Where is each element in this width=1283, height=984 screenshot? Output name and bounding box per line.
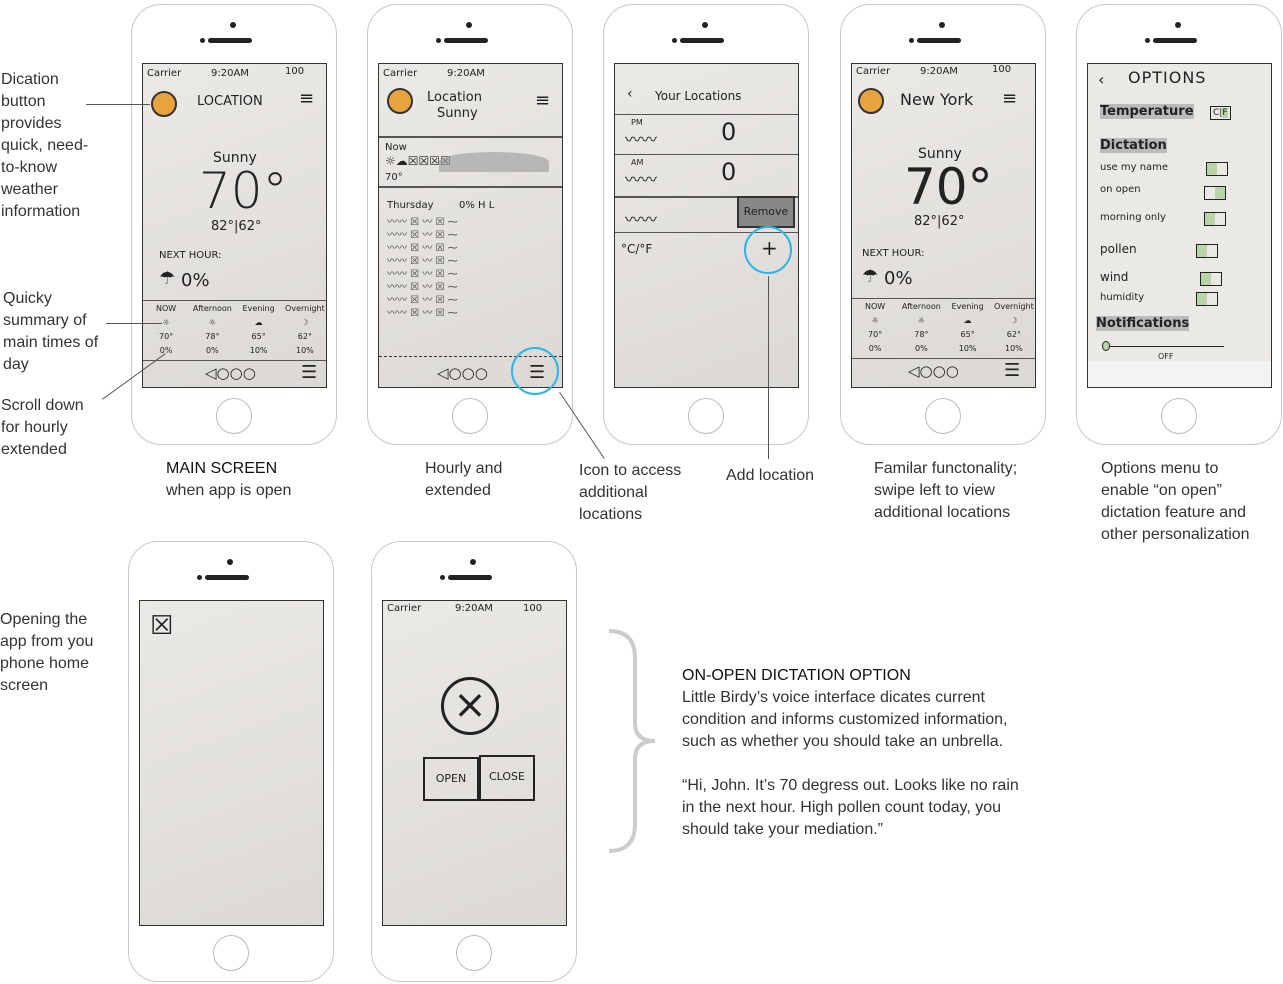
humidity-toggle[interactable] [1196,292,1218,306]
new-york-screen: Carrier 9:20AM 100 New York ≡ Sunny 70° … [851,63,1036,388]
home-button [452,398,488,434]
day-summary: NOW ☼ 70° 0% Afternoon ☼ 78° 0% Evening ☁ 65° 10%… [143,302,326,358]
umbrella-icon: ☂ [862,266,879,287]
dictation-mic-button[interactable] [858,88,884,114]
dictation-mic-button[interactable] [151,91,177,117]
close-button[interactable]: CLOSE [479,755,535,801]
moon-icon: ☽ [301,318,309,327]
note-icon-access: Icon to access additional locations [579,462,682,523]
sun-icon: ☼ [208,318,216,327]
back-icon[interactable]: ‹ [1098,70,1104,89]
phone-home-screen: ☒ [128,541,334,982]
umbrella-icon: ☂ [159,268,176,289]
note-options: Options menu to enable “on open” dictati… [1101,460,1250,543]
back-icon[interactable]: ‹ [627,86,633,102]
use-name-toggle[interactable] [1206,162,1228,176]
dictation-icon: × [441,677,499,735]
note-hourly: Hourly and extended [425,460,503,499]
note-on-open: ON-OPEN DICTATION OPTION Little Birdy’s v… [682,667,1019,838]
wind-toggle[interactable] [1200,272,1222,286]
note-dictation: Dication button provides quick, need-to-… [1,71,89,220]
location-label: LOCATION [197,94,263,109]
home-button [213,935,249,971]
on-open-toggle[interactable] [1204,186,1226,200]
note-scroll: Scroll down for hourly extended [1,397,84,458]
menu-icon[interactable]: ≡ [299,88,314,109]
page-indicator[interactable]: ◁○○○ [205,364,256,382]
pollen-toggle[interactable] [1196,244,1218,258]
phone-locations-screen: ‹ Your Locations PM 〰〰 0 AM 〰〰 0 〰〰 Remo… [603,4,809,445]
note-opening: Opening the app from you phone home scre… [0,611,94,694]
home-button [688,398,724,434]
phone-new-york-screen: Carrier 9:20AM 100 New York ≡ Sunny 70° … [840,4,1046,445]
units-toggle[interactable]: °C/°F [621,242,652,256]
remove-button[interactable]: Remove [737,196,795,228]
brace [608,629,656,853]
options-screen: ‹ OPTIONS Temperature C|F Dictation use … [1087,63,1272,388]
phone-main-screen: Carrier 9:20AM 100 LOCATION ≡ Sunny 70° … [131,4,337,445]
locations-list-icon[interactable]: ☰ [301,362,317,383]
temperature-unit-toggle[interactable]: C|F [1210,106,1231,120]
hourly-screen: Carrier 9:20AM Location Sunny ≡ Now ☼☁☒☒… [378,63,563,388]
open-button[interactable]: OPEN [423,757,479,801]
home-button [1161,398,1197,434]
notifications-slider[interactable] [1104,346,1224,347]
phone-options-screen: ‹ OPTIONS Temperature C|F Dictation use … [1076,4,1282,445]
home-button [925,398,961,434]
note-summary: Quicky summary of main times of day [3,290,99,373]
main-screen: Carrier 9:20AM 100 LOCATION ≡ Sunny 70° … [142,63,327,388]
dictation-dialog-screen: Carrier 9:20AM 100 × OPEN CLOSE [382,600,567,926]
note-familiar: Familar functonality; swipe left to view… [874,460,1018,521]
dictation-mic-button[interactable] [387,88,413,114]
extended-forecast-list: 〰〰 ☒ 〰 ☒ ⁓ 〰〰 ☒ 〰 ☒ ⁓ 〰〰 ☒ 〰 ☒ ⁓ 〰〰 ☒ 〰 ☒ ⁓… [387,217,458,319]
menu-icon[interactable]: ≡ [1002,88,1017,109]
morning-only-toggle[interactable] [1204,212,1226,226]
note-main-screen: MAIN SCREEN when app is open [166,460,292,499]
highlight-circle [744,226,792,274]
cloud-icon: ☁ [254,318,263,327]
home-button [456,935,492,971]
home-button [216,398,252,434]
home-screen: ☒ [139,600,324,926]
highlight-circle [511,347,559,395]
note-add-location: Add location [726,467,815,484]
locations-list-icon[interactable]: ☰ [1004,360,1020,381]
menu-icon[interactable]: ≡ [535,90,550,111]
phone-dictation-dialog: Carrier 9:20AM 100 × OPEN CLOSE [371,541,577,982]
app-icon[interactable]: ☒ [150,611,173,641]
